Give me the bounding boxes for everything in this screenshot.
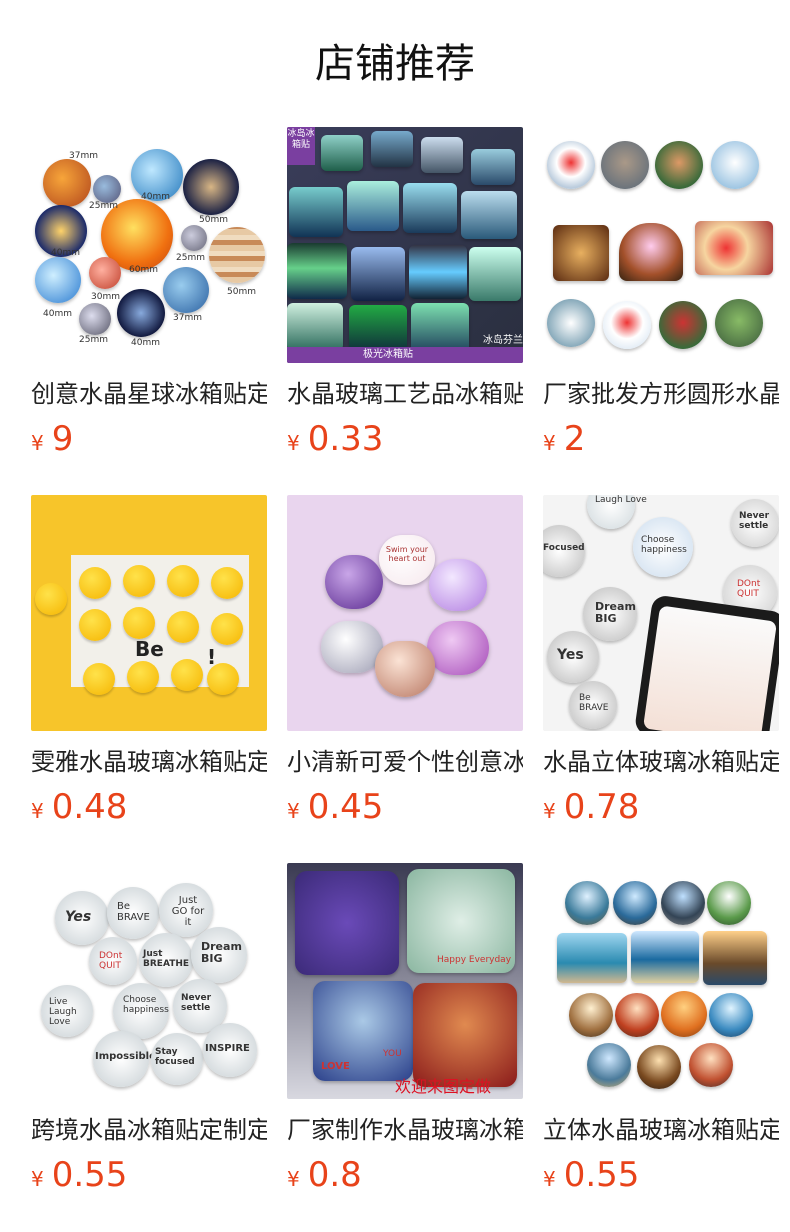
currency-symbol: ¥ bbox=[287, 1167, 300, 1191]
product-price: ¥0.55 bbox=[543, 1157, 779, 1193]
product-image[interactable] bbox=[543, 863, 779, 1099]
image-text: Swim your heart out bbox=[385, 545, 429, 563]
image-text: Just BREATHE bbox=[143, 949, 190, 969]
image-text: Choose happiness bbox=[641, 535, 687, 555]
image-text: Be bbox=[135, 637, 164, 661]
product-title[interactable]: 水晶玻璃工艺品冰箱贴 bbox=[287, 379, 523, 409]
product-image[interactable]: 37mm 25mm 40mm 50mm 40mm 60mm 25mm 30mm … bbox=[31, 127, 267, 363]
product-title[interactable]: 雯雅水晶玻璃冰箱贴定制 bbox=[31, 747, 267, 777]
price-amount: 9 bbox=[51, 419, 74, 459]
image-text: Dream BIG bbox=[201, 940, 242, 965]
product-price: ¥2 bbox=[543, 421, 779, 457]
price-amount: 0.48 bbox=[51, 787, 128, 827]
image-text: Never settle bbox=[739, 511, 770, 531]
image-text: Never settle bbox=[181, 993, 212, 1013]
image-text: Be BRAVE bbox=[117, 901, 150, 923]
product-title[interactable]: 水晶立体玻璃冰箱贴定制 bbox=[543, 747, 779, 777]
image-badge: 冰岛冰箱贴 bbox=[287, 127, 315, 165]
currency-symbol: ¥ bbox=[31, 799, 44, 823]
image-text: Be BRAVE bbox=[579, 693, 609, 713]
product-price: ¥0.48 bbox=[31, 789, 267, 825]
image-text: ! bbox=[207, 645, 217, 669]
product-price: ¥0.8 bbox=[287, 1157, 523, 1193]
price-amount: 0.55 bbox=[563, 1155, 640, 1195]
price-amount: 0.78 bbox=[563, 787, 640, 827]
image-caption: 欢迎来图定做 bbox=[395, 1077, 492, 1096]
image-text: Impossible bbox=[95, 1051, 156, 1062]
image-caption: 极光冰箱贴 bbox=[363, 349, 413, 360]
product-image[interactable]: Be ! bbox=[31, 495, 267, 731]
currency-symbol: ¥ bbox=[287, 431, 300, 455]
product-image[interactable]: Laugh Love Choose happiness Never settle… bbox=[543, 495, 779, 731]
currency-symbol: ¥ bbox=[287, 799, 300, 823]
image-text: Live Laugh Love bbox=[49, 997, 77, 1027]
price-amount: 2 bbox=[563, 419, 586, 459]
currency-symbol: ¥ bbox=[31, 1167, 44, 1191]
image-text: Choose happiness bbox=[123, 995, 169, 1015]
product-image[interactable]: 冰岛冰箱贴 极光冰箱贴 冰岛芬兰 bbox=[287, 127, 523, 363]
product-card[interactable]: Be ! 雯雅水晶玻璃冰箱贴定制 ¥0.48 bbox=[31, 495, 267, 825]
product-card[interactable]: 立体水晶玻璃冰箱贴定制 ¥0.55 bbox=[543, 863, 779, 1193]
currency-symbol: ¥ bbox=[543, 799, 556, 823]
image-text: Dream BIG bbox=[595, 600, 636, 625]
price-amount: 0.33 bbox=[307, 419, 384, 459]
image-text: INSPIRE bbox=[205, 1043, 250, 1054]
product-price: ¥9 bbox=[31, 421, 267, 457]
currency-symbol: ¥ bbox=[31, 431, 44, 455]
product-card[interactable]: Swim your heart out 小清新可爱个性创意冰箱贴 ¥0.45 bbox=[287, 495, 523, 825]
product-price: ¥0.33 bbox=[287, 421, 523, 457]
product-card[interactable]: 37mm 25mm 40mm 50mm 40mm 60mm 25mm 30mm … bbox=[31, 127, 267, 457]
product-price: ¥0.55 bbox=[31, 1157, 267, 1193]
product-price: ¥0.45 bbox=[287, 789, 523, 825]
image-caption: 冰岛芬兰 bbox=[483, 335, 523, 346]
price-amount: 0.45 bbox=[307, 787, 384, 827]
image-text: DOnt QUIT bbox=[737, 579, 761, 599]
product-image[interactable]: Happy Everyday LOVE YOU 欢迎来图定做 bbox=[287, 863, 523, 1099]
price-amount: 0.55 bbox=[51, 1155, 128, 1195]
product-title[interactable]: 小清新可爱个性创意冰箱贴 bbox=[287, 747, 523, 777]
product-title[interactable]: 厂家制作水晶玻璃冰箱贴 bbox=[287, 1115, 523, 1145]
image-text: Yes bbox=[557, 647, 584, 663]
product-card[interactable]: Happy Everyday LOVE YOU 欢迎来图定做 厂家制作水晶玻璃冰… bbox=[287, 863, 523, 1193]
image-text: LOVE bbox=[321, 1061, 350, 1072]
currency-symbol: ¥ bbox=[543, 431, 556, 455]
image-text: DOnt QUIT bbox=[99, 951, 123, 971]
image-text: Stay focused bbox=[155, 1047, 195, 1067]
product-card[interactable]: 冰岛冰箱贴 极光冰箱贴 冰岛芬兰 水晶玻璃工艺品冰箱贴 ¥0.33 bbox=[287, 127, 523, 457]
product-card[interactable]: Laugh Love Choose happiness Never settle… bbox=[543, 495, 779, 825]
product-title[interactable]: 跨境水晶冰箱贴定制定做 bbox=[31, 1115, 267, 1145]
product-card[interactable]: Yes Be BRAVE Just GO for it DOnt QUIT Ju… bbox=[31, 863, 267, 1193]
currency-symbol: ¥ bbox=[543, 1167, 556, 1191]
image-text: Focused bbox=[543, 543, 585, 553]
product-title[interactable]: 创意水晶星球冰箱贴定制 bbox=[31, 379, 267, 409]
product-title[interactable]: 立体水晶玻璃冰箱贴定制 bbox=[543, 1115, 779, 1145]
product-image[interactable] bbox=[543, 127, 779, 363]
product-image[interactable]: Swim your heart out bbox=[287, 495, 523, 731]
image-text: YOU bbox=[383, 1049, 402, 1059]
product-title[interactable]: 厂家批发方形圆形水晶 bbox=[543, 379, 779, 409]
product-card[interactable]: 厂家批发方形圆形水晶 ¥2 bbox=[543, 127, 779, 457]
image-text: Laugh Love bbox=[595, 495, 647, 505]
price-amount: 0.8 bbox=[307, 1155, 362, 1195]
image-text: Yes bbox=[65, 909, 92, 925]
product-image[interactable]: Yes Be BRAVE Just GO for it DOnt QUIT Ju… bbox=[31, 863, 267, 1099]
image-text: Happy Everyday bbox=[437, 955, 512, 965]
product-grid: 37mm 25mm 40mm 50mm 40mm 60mm 25mm 30mm … bbox=[0, 0, 790, 1232]
product-price: ¥0.78 bbox=[543, 789, 779, 825]
image-text: Just GO for it bbox=[171, 895, 205, 928]
